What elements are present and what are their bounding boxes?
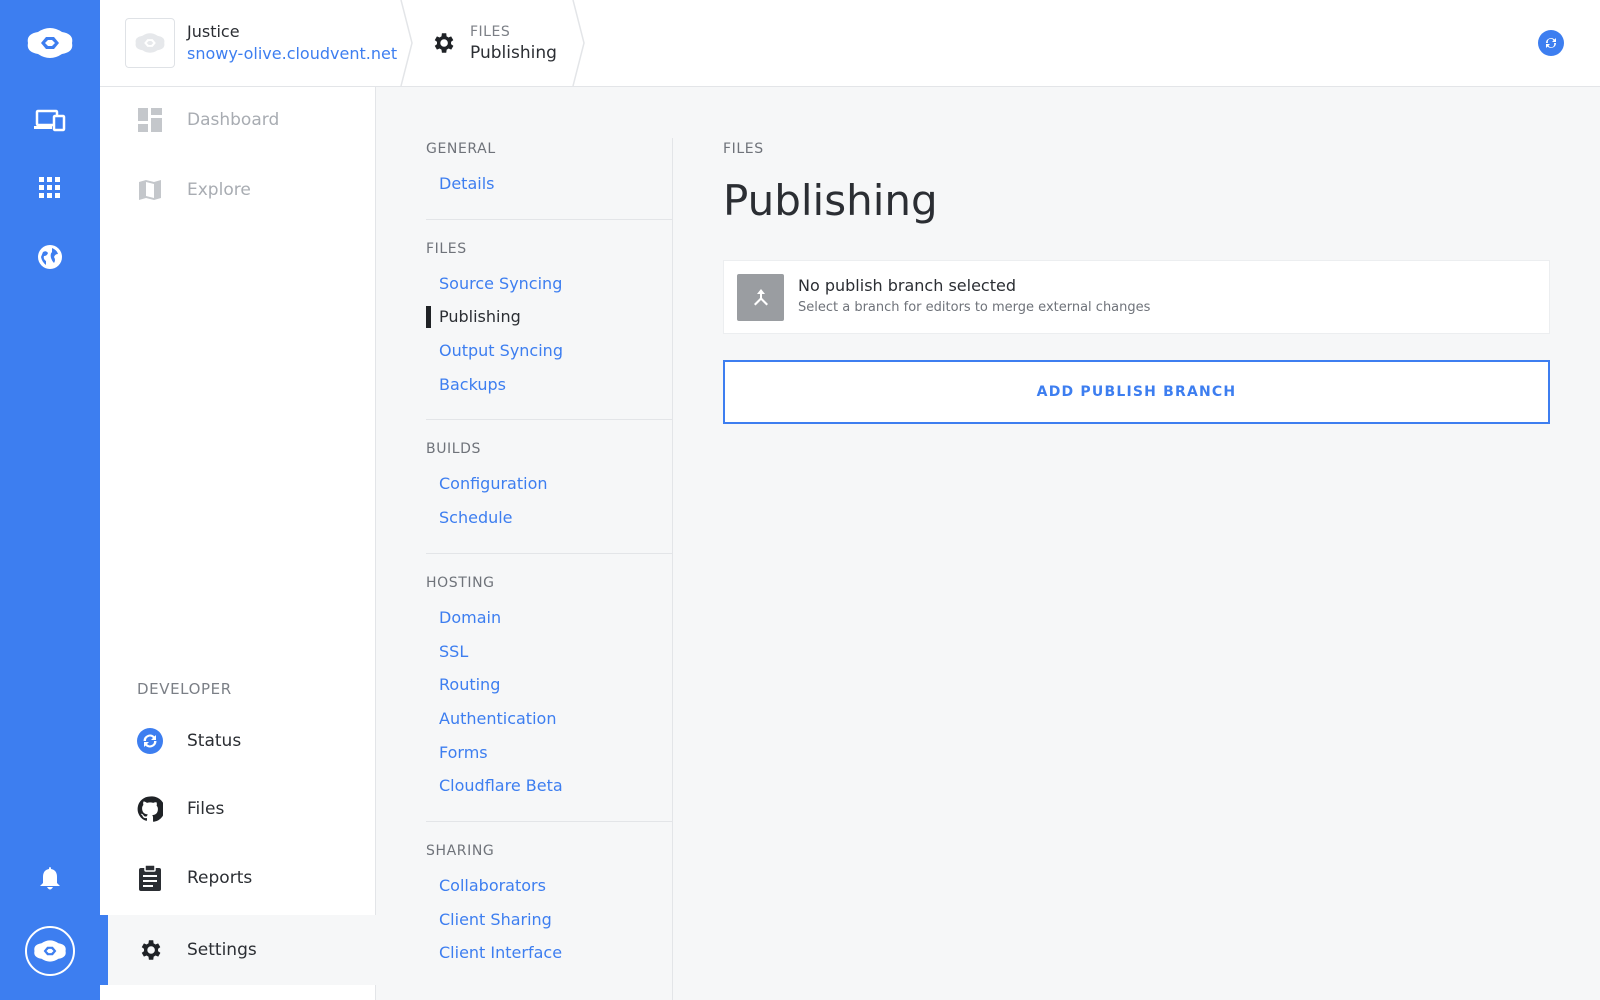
site-name: Justice — [187, 22, 240, 41]
add-publish-branch-button[interactable]: ADD PUBLISH BRANCH — [723, 360, 1550, 424]
sidebar-item-label: Files — [187, 799, 225, 819]
gear-icon — [434, 33, 454, 53]
sidebar-item-dashboard[interactable]: Dashboard — [100, 95, 376, 145]
breadcrumb-title: Publishing — [470, 43, 557, 63]
subnav-link-domain[interactable]: Domain — [426, 601, 672, 635]
merge-icon — [737, 273, 784, 321]
subnav-link-ssl[interactable]: SSL — [426, 635, 672, 669]
sidebar-item-status[interactable]: Status — [100, 716, 376, 766]
dashboard-icon — [137, 107, 163, 133]
subnav-link-publishing[interactable]: Publishing — [426, 300, 672, 334]
breadcrumb-site[interactable]: Justice snowy-olive.cloudvent.net — [100, 0, 405, 86]
publish-branch-card: No publish branch selected Select a bran… — [723, 260, 1550, 334]
sidebar-heading-developer: DEVELOPER — [137, 680, 232, 698]
sidebar-item-label: Dashboard — [187, 110, 280, 130]
breadcrumb-separator — [572, 0, 585, 86]
gear-icon — [137, 937, 163, 963]
subnav-link-configuration[interactable]: Configuration — [426, 467, 672, 501]
subnav-heading: BUILDS — [426, 441, 482, 458]
subnav-group-builds: BUILDS Configuration Schedule — [426, 438, 672, 554]
apps-grid-icon[interactable] — [0, 164, 100, 212]
sidebar-item-files[interactable]: Files — [100, 784, 376, 834]
subnav-link-source-syncing[interactable]: Source Syncing — [426, 267, 672, 301]
content-section-label: FILES — [723, 141, 764, 157]
sidebar-item-explore[interactable]: Explore — [100, 165, 376, 215]
top-bar: Justice snowy-olive.cloudvent.net FILES … — [100, 0, 1600, 87]
subnav-link-cloudflare-beta[interactable]: Cloudflare Beta — [426, 769, 672, 803]
subnav-heading: SHARING — [426, 842, 495, 859]
site-avatar — [125, 18, 175, 68]
account-icon[interactable] — [25, 926, 75, 976]
sidebar-item-reports[interactable]: Reports — [100, 853, 376, 903]
subnav-link-output-syncing[interactable]: Output Syncing — [426, 334, 672, 368]
settings-subnav: GENERAL Details FILES Source Syncing Pub… — [426, 138, 673, 1000]
subnav-heading: FILES — [426, 240, 467, 257]
sidebar-item-label: Reports — [187, 868, 253, 888]
branch-status-description: Select a branch for editors to merge ext… — [798, 300, 1151, 315]
globe-icon[interactable] — [0, 233, 100, 281]
subnav-group-general: GENERAL Details — [426, 138, 672, 220]
clipboard-icon — [137, 865, 163, 891]
main-sidebar: Dashboard Explore DEVELOPER Status Files… — [100, 87, 376, 1000]
publishing-content: FILES Publishing No publish branch selec… — [723, 138, 1550, 424]
page-title: Publishing — [723, 176, 938, 225]
subnav-group-files: FILES Source Syncing Publishing Output S… — [426, 238, 672, 421]
breadcrumb-page[interactable]: FILES Publishing — [430, 0, 557, 86]
sidebar-item-label: Settings — [187, 940, 257, 960]
subnav-link-collaborators[interactable]: Collaborators — [426, 869, 672, 903]
subnav-link-forms[interactable]: Forms — [426, 736, 672, 770]
subnav-link-client-sharing[interactable]: Client Sharing — [426, 903, 672, 937]
subnav-link-client-interface[interactable]: Client Interface — [426, 936, 672, 970]
breadcrumb-separator — [400, 0, 413, 86]
github-icon — [137, 796, 163, 822]
site-url[interactable]: snowy-olive.cloudvent.net — [187, 43, 397, 65]
app-rail — [0, 0, 100, 1000]
cloud-logo-icon[interactable] — [0, 19, 100, 67]
sidebar-item-label: Explore — [187, 180, 251, 200]
subnav-link-details[interactable]: Details — [426, 167, 672, 201]
map-icon — [137, 177, 163, 203]
sidebar-item-settings[interactable]: Settings — [100, 915, 376, 985]
subnav-heading: HOSTING — [426, 574, 495, 591]
sync-status-icon[interactable] — [1538, 30, 1564, 56]
sidebar-item-label: Status — [187, 731, 242, 751]
subnav-group-sharing: SHARING Collaborators Client Sharing Cli… — [426, 840, 672, 988]
subnav-group-hosting: HOSTING Domain SSL Routing Authenticatio… — [426, 572, 672, 822]
sync-icon — [137, 728, 163, 754]
subnav-link-schedule[interactable]: Schedule — [426, 501, 672, 535]
subnav-heading: GENERAL — [426, 141, 496, 157]
subnav-link-authentication[interactable]: Authentication — [426, 702, 672, 736]
branch-status-title: No publish branch selected — [798, 276, 1016, 295]
breadcrumb-section: FILES — [470, 24, 511, 40]
subnav-link-routing[interactable]: Routing — [426, 668, 672, 702]
bell-icon[interactable] — [0, 854, 100, 902]
devices-icon[interactable] — [0, 96, 100, 144]
subnav-link-backups[interactable]: Backups — [426, 368, 672, 402]
